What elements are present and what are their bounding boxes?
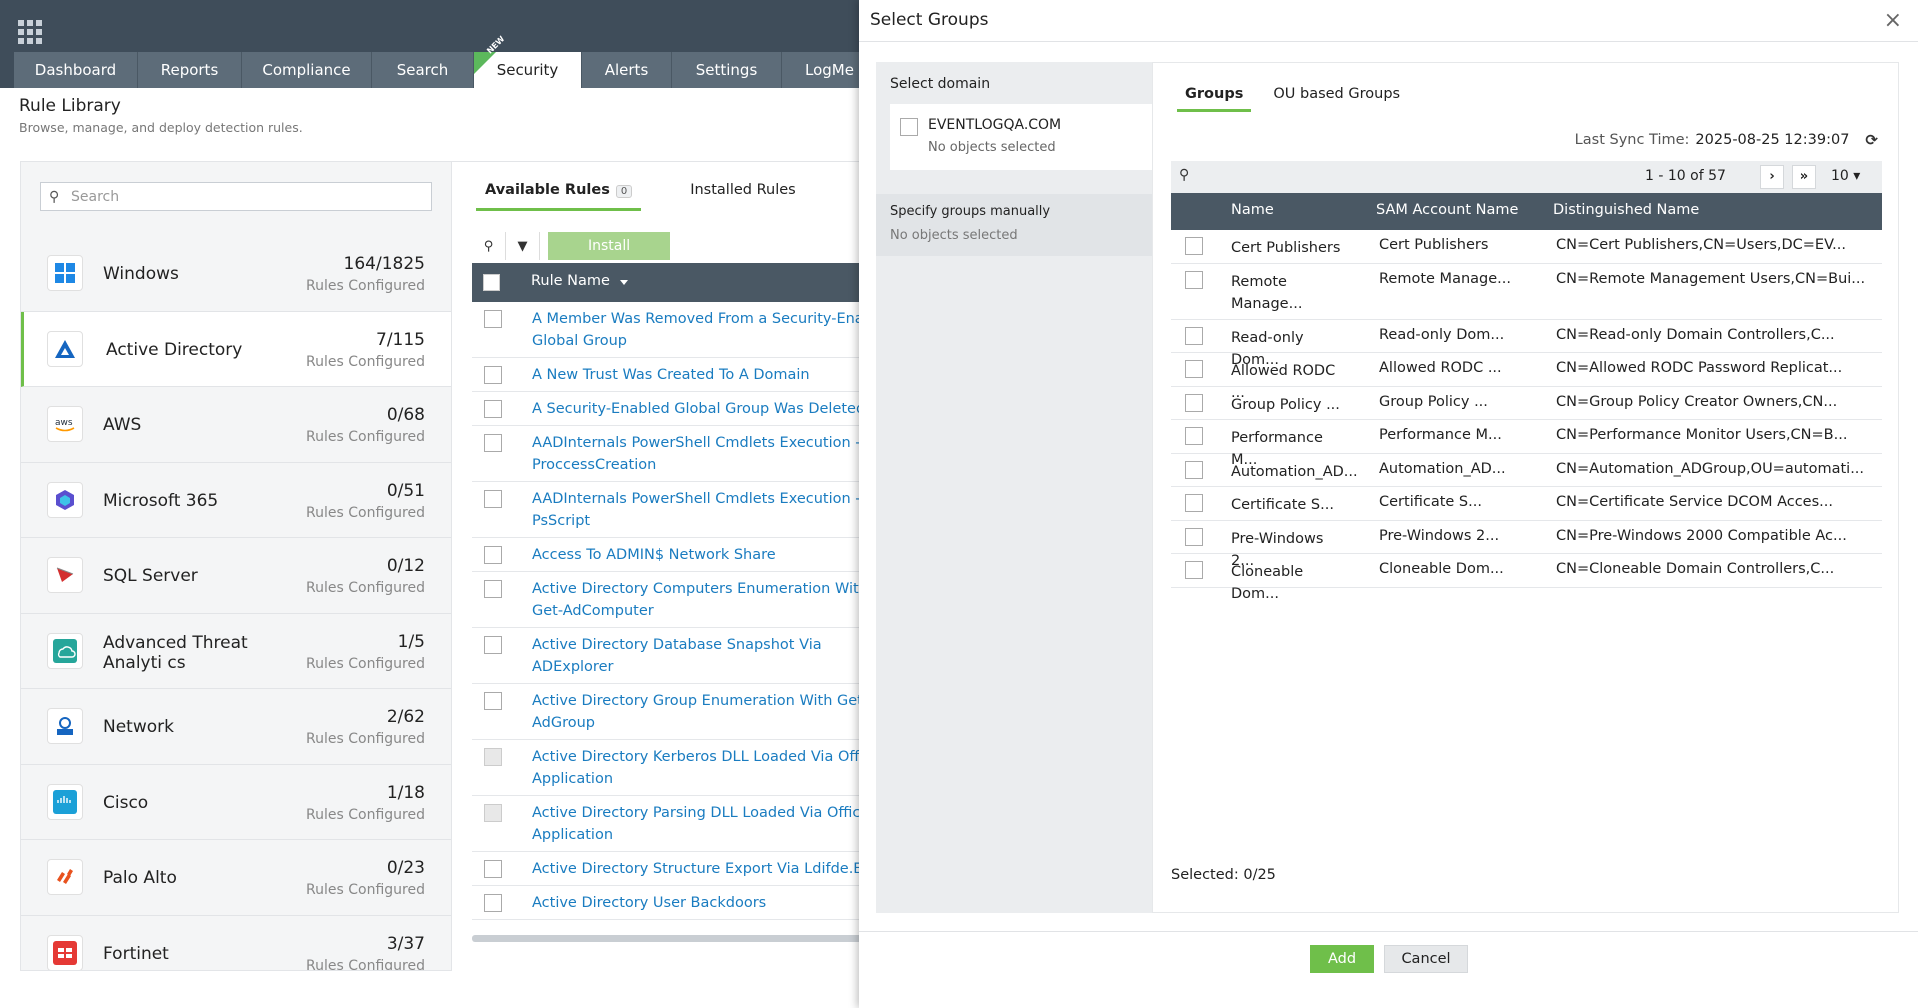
specify-groups-manually[interactable]: Specify groups manually No objects selec… [876,194,1152,256]
group-dn: CN=Certificate Service DCOM Acces... [1556,494,1833,510]
group-dn: CN=Cloneable Domain Controllers,C... [1556,561,1835,577]
domain-panel-title: Select domain [890,76,991,92]
group-dn: CN=Pre-Windows 2000 Compatible Ac... [1556,527,1847,544]
domain-item[interactable]: EVENTLOGQA.COM No objects selected [890,104,1152,170]
table-row[interactable]: Pre-Windows 2... Pre-Windows 2... CN=Pre-W… [1171,521,1882,569]
sync-value: 2025-08-25 12:39:07 [1695,132,1850,148]
last-page-button[interactable]: » [1792,165,1816,189]
row-checkbox[interactable] [1185,460,1203,479]
divider [859,41,1918,42]
table-row[interactable]: Automation_AD... Automation_AD... CN=Autom… [1171,454,1882,487]
row-checkbox[interactable] [1185,237,1203,255]
row-checkbox[interactable] [1185,393,1203,412]
tab-ou-based-groups[interactable]: OU based Groups [1265,83,1408,112]
table-row[interactable]: Group Policy ... Group Policy ... CN=Group… [1171,387,1882,420]
group-sam: Performance M... [1379,427,1502,443]
group-dn: CN=Group Policy Creator Owners,CN... [1556,393,1838,410]
select-groups-dialog: Select Groups × Select domain EVENTLOGQA… [859,0,1918,1008]
overlay-backdrop[interactable] [0,0,862,1008]
group-sam: Read-only Dom... [1379,326,1505,343]
search-settings-icon[interactable]: ⚲ [1179,167,1189,183]
group-dn: CN=Automation_ADGroup,OU=automati... [1556,460,1865,477]
selected-count: Selected: 0/25 [1171,867,1276,883]
group-dn: CN=Read-only Domain Controllers,C... [1556,326,1835,343]
group-dn: CN=Remote Management Users,CN=Bui... [1556,270,1866,287]
row-checkbox[interactable] [1185,561,1203,579]
table-row[interactable]: Cert Publishers Cert Publishers CN=Cert Pu… [1171,230,1882,264]
group-dn: CN=Performance Monitor Users,CN=B... [1556,427,1848,443]
row-checkbox[interactable] [1185,494,1203,512]
group-dn: CN=Cert Publishers,CN=Users,DC=EV... [1556,237,1846,253]
tab-groups[interactable]: Groups [1177,83,1252,112]
row-checkbox[interactable] [1185,270,1203,289]
column-sam-account-name[interactable]: SAM Account Name [1376,202,1518,218]
last-sync: Last Sync Time: 2025-08-25 12:39:07 ⟳ [1575,131,1878,149]
group-sam: Pre-Windows 2... [1379,527,1500,544]
pagination-info: 1 - 10 of 57 [1645,168,1726,184]
domain-panel: Select domain EVENTLOGQA.COM No objects … [876,62,1152,913]
group-name: Cert Publishers [1231,240,1341,256]
add-button[interactable]: Add [1310,945,1374,973]
close-icon[interactable]: × [1884,10,1902,32]
group-sam: Cert Publishers [1379,237,1489,253]
row-checkbox[interactable] [1185,427,1203,445]
groups-panel: Groups OU based Groups Last Sync Time: 2… [1152,62,1899,913]
groups-tabs: Groups OU based Groups [1177,83,1408,112]
divider [859,931,1918,932]
domain-checkbox[interactable] [900,118,918,136]
row-checkbox[interactable] [1185,360,1203,378]
group-sam: Group Policy ... [1379,393,1488,410]
domain-name: EVENTLOGQA.COM [928,117,1062,133]
groups-table-body: Cert Publishers Cert Publishers CN=Cert Pu… [1171,230,1882,602]
group-name: Remote Manage... [1231,273,1303,312]
group-name: Cloneable Dom... [1231,564,1304,602]
table-row[interactable]: Remote Manage... Remote Manage... CN=Remote… [1171,264,1882,320]
table-row[interactable]: Certificate S... Certificate S... CN=Certi… [1171,487,1882,521]
page-size-select[interactable]: 10 ▾ [1831,168,1860,184]
group-name: Certificate S... [1231,497,1334,513]
manual-title: Specify groups manually [890,204,1051,219]
refresh-icon[interactable]: ⟳ [1865,131,1878,149]
manual-status: No objects selected [890,228,1018,243]
next-page-button[interactable]: › [1760,165,1784,189]
table-row[interactable]: Read-only Dom... Read-only Dom... CN=Read-… [1171,320,1882,368]
cancel-button[interactable]: Cancel [1384,945,1468,973]
domain-status: No objects selected [928,140,1056,155]
column-distinguished-name[interactable]: Distinguished Name [1553,202,1699,218]
group-name: Group Policy ... [1231,396,1340,413]
table-row[interactable]: Allowed RODC ... Allowed RODC ... CN=Allow… [1171,353,1882,401]
groups-toolbar: ⚲ 1 - 10 of 57 › » 10 ▾ [1171,161,1882,193]
row-checkbox[interactable] [1185,326,1203,345]
group-name: Automation_AD... [1231,463,1358,480]
group-sam: Allowed RODC ... [1379,360,1502,376]
table-row[interactable]: Cloneable Dom... Cloneable Dom... CN=Clone… [1171,554,1882,602]
group-sam: Cloneable Dom... [1379,561,1504,577]
group-sam: Certificate S... [1379,494,1482,510]
group-dn: CN=Allowed RODC Password Replicat... [1556,360,1843,376]
group-sam: Automation_AD... [1379,460,1506,477]
group-sam: Remote Manage... [1379,270,1511,287]
row-checkbox[interactable] [1185,527,1203,546]
sync-label: Last Sync Time: [1574,132,1690,148]
table-row[interactable]: Performance M... Performance M... CN=Perfo… [1171,420,1882,468]
dialog-title: Select Groups [870,10,989,30]
groups-table-header: Name SAM Account Name Distinguished Name [1171,193,1882,230]
column-name[interactable]: Name [1231,202,1274,218]
